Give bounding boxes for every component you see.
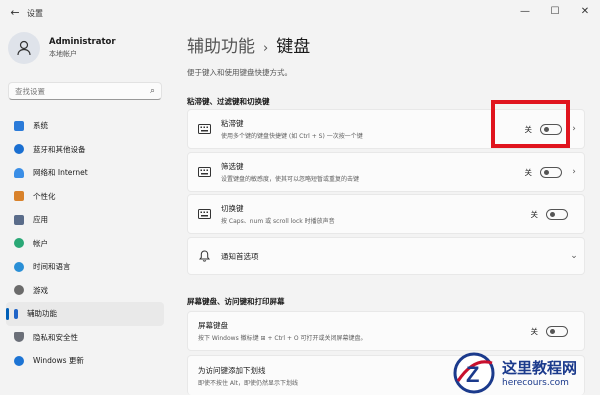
- game-icon: [14, 285, 24, 296]
- page-title: 键盘: [276, 37, 311, 57]
- shield-icon: [14, 332, 24, 343]
- user-role: 本地帐户: [49, 50, 77, 58]
- filter-keys-toggle[interactable]: [540, 166, 562, 178]
- network-icon: [14, 167, 24, 178]
- sidebar-item-time-language[interactable]: 时间和语言: [6, 255, 164, 279]
- watermark-url: herecours.com: [502, 378, 569, 388]
- close-button[interactable]: ✕: [570, 0, 600, 22]
- onscreen-keyboard-card[interactable]: 屏幕键盘 按下 Windows 徽标键 ⊞ + Ctrl + O 可打开或关闭屏…: [187, 311, 585, 351]
- chevron-down-icon: ⌄: [570, 251, 578, 261]
- filter-keys-state: 关: [524, 167, 533, 177]
- user-name: Administrator: [49, 37, 116, 47]
- sidebar-item-windows-update[interactable]: Windows 更新: [6, 349, 164, 373]
- breadcrumb-parent[interactable]: 辅助功能: [187, 37, 255, 57]
- toggle-keys-card[interactable]: 切换键 按 Caps、num 或 scroll lock 时播放声音 关: [187, 194, 585, 234]
- toggle-keys-toggle[interactable]: [546, 208, 568, 220]
- sidebar-item-network[interactable]: 网络和 Internet: [6, 161, 164, 185]
- maximize-button[interactable]: ☐: [540, 0, 570, 22]
- keyboard-icon: [198, 167, 211, 178]
- notification-preferences-title: 通知首选项: [221, 251, 259, 261]
- system-icon: [14, 120, 24, 131]
- section-heading-filter-keys: 粘滞键、过滤键和切换键: [187, 97, 270, 106]
- sidebar-item-system[interactable]: 系统: [6, 114, 164, 138]
- sidebar-item-accounts[interactable]: 帐户: [6, 232, 164, 256]
- watermark-logo: Z: [452, 351, 496, 395]
- globe-icon: [14, 261, 24, 272]
- brush-icon: [14, 191, 24, 202]
- onscreen-keyboard-state: 关: [530, 326, 539, 336]
- onscreen-keyboard-subtitle: 按下 Windows 徽标键 ⊞ + Ctrl + O 可打开或关闭屏幕键盘。: [198, 335, 367, 342]
- breadcrumb-separator: ›: [263, 41, 269, 56]
- sidebar-item-personalization[interactable]: 个性化: [6, 185, 164, 209]
- sticky-keys-title: 粘滞键: [221, 119, 244, 128]
- sidebar-item-gaming[interactable]: 游戏: [6, 279, 164, 303]
- minimize-button[interactable]: —: [510, 0, 540, 22]
- svg-text:Z: Z: [466, 362, 479, 387]
- filter-keys-card[interactable]: 筛选键 设置键盘的敏感度，使其可以忽略短暂或重复的击键 关 ›: [187, 152, 585, 192]
- avatar: [8, 32, 40, 64]
- title-bar: ← 设置 — ☐ ✕: [0, 0, 600, 26]
- filter-keys-subtitle: 设置键盘的敏感度，使其可以忽略短暂或重复的击键: [221, 176, 360, 183]
- watermark: Z 这里教程网 herecours.com: [452, 350, 600, 395]
- section-heading-onscreen-keyboard: 屏幕键盘、访问键和打印屏幕: [187, 297, 285, 306]
- accessibility-icon: [14, 308, 18, 319]
- toggle-keys-state: 关: [530, 209, 539, 219]
- keyboard-icon: [198, 124, 211, 135]
- keyboard-icon: [198, 209, 211, 220]
- sidebar-item-accessibility[interactable]: 辅助功能: [6, 302, 164, 326]
- sidebar-nav: 系统 蓝牙和其他设备 网络和 Internet 个性化 应用 帐户 时间和语言 …: [6, 114, 164, 373]
- breadcrumb: 辅助功能 › 键盘: [187, 32, 310, 57]
- watermark-title: 这里教程网: [502, 359, 578, 377]
- search-input[interactable]: [15, 86, 150, 96]
- back-arrow-icon[interactable]: ←: [8, 6, 22, 19]
- filter-keys-title: 筛选键: [221, 162, 244, 171]
- user-profile[interactable]: Administrator 本地帐户: [8, 32, 116, 64]
- sticky-keys-subtitle: 使用多个键的键盘快捷键 (如 Ctrl + S) 一次按一个键: [221, 133, 363, 140]
- bell-icon: [198, 250, 211, 262]
- sidebar-item-privacy[interactable]: 隐私和安全性: [6, 326, 164, 350]
- sidebar-item-bluetooth[interactable]: 蓝牙和其他设备: [6, 138, 164, 162]
- toggle-keys-title: 切换键: [221, 204, 244, 213]
- bluetooth-icon: [14, 144, 24, 155]
- highlight-box: [491, 100, 570, 148]
- onscreen-keyboard-toggle[interactable]: [546, 325, 568, 337]
- sidebar-item-apps[interactable]: 应用: [6, 208, 164, 232]
- search-box[interactable]: ⌕: [8, 82, 162, 100]
- toggle-keys-subtitle: 按 Caps、num 或 scroll lock 时播放声音: [221, 218, 335, 225]
- notification-preferences-card[interactable]: 通知首选项 ⌄: [187, 237, 585, 275]
- chevron-right-icon: ›: [572, 167, 576, 177]
- update-icon: [14, 355, 24, 366]
- person-icon: [17, 40, 31, 56]
- window-title: 设置: [27, 9, 43, 18]
- page-description: 便于键入和使用键盘快捷方式。: [187, 68, 292, 77]
- apps-icon: [14, 214, 24, 225]
- onscreen-keyboard-title: 屏幕键盘: [198, 321, 228, 330]
- account-icon: [14, 238, 24, 249]
- search-icon[interactable]: ⌕: [150, 86, 155, 96]
